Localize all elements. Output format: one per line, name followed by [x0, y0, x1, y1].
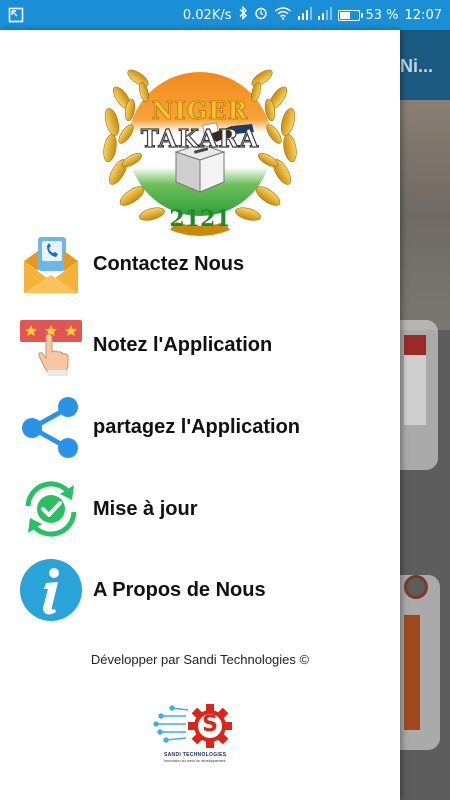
bluetooth-icon: [238, 5, 248, 24]
logo-text-niger: NIGER: [151, 96, 249, 126]
menu-item-contact[interactable]: Contactez Nous: [0, 228, 400, 300]
battery-icon: [337, 9, 363, 21]
update-icon: [18, 476, 84, 542]
network-speed: 0.02K/s: [182, 7, 232, 23]
background-app-scrim[interactable]: Ni...: [400, 30, 450, 800]
developer-credit: Développer par Sandi Technologies ©: [90, 652, 310, 667]
menu-item-rate[interactable]: Notez l'Application: [0, 309, 400, 381]
background-app-title: Ni...: [400, 56, 434, 76]
sandi-logo-name: SANDI TECHNOLOGIES: [164, 752, 227, 758]
screenshot-icon: [8, 7, 24, 27]
status-bar: 0.02K/s 53 % 12:07: [0, 0, 450, 30]
wifi-icon: [274, 6, 292, 24]
signal-icon: [297, 6, 312, 24]
battery-percent: 53 %: [365, 7, 399, 23]
record-icon: [404, 575, 428, 599]
background-app-card-image: [404, 615, 420, 730]
calendar-icon: [404, 335, 426, 425]
menu-label-share: partagez l'Application: [93, 415, 301, 438]
navigation-drawer: NIGER TAKARA 2121 Contactez Nous Notez l…: [0, 30, 400, 800]
background-app-banner-image: [400, 100, 450, 330]
menu-label-about: A Propos de Nous: [93, 578, 266, 601]
menu-label-update: Mise à jour: [93, 497, 198, 520]
menu-item-about[interactable]: A Propos de Nous: [0, 554, 400, 626]
app-logo: NIGER TAKARA 2121: [96, 52, 304, 242]
share-icon: [18, 394, 84, 460]
menu-item-update[interactable]: Mise à jour: [0, 473, 400, 545]
signal-icon: [317, 6, 332, 24]
clock: 12:07: [404, 7, 442, 23]
menu-label-rate: Notez l'Application: [93, 333, 273, 356]
menu-item-share[interactable]: partagez l'Application: [0, 391, 400, 463]
alarm-icon: [254, 6, 268, 24]
sandi-logo-tagline: Innovation au cœur du développement: [164, 759, 226, 763]
rate-stars-icon: [18, 312, 84, 378]
contact-mail-icon: [18, 231, 84, 297]
battery-level: [339, 11, 351, 19]
logo-text-takara: TAKARA: [140, 123, 260, 153]
info-icon: [18, 557, 84, 623]
sandi-logo-letter: S: [202, 712, 218, 737]
menu-label-contact: Contactez Nous: [93, 252, 245, 275]
